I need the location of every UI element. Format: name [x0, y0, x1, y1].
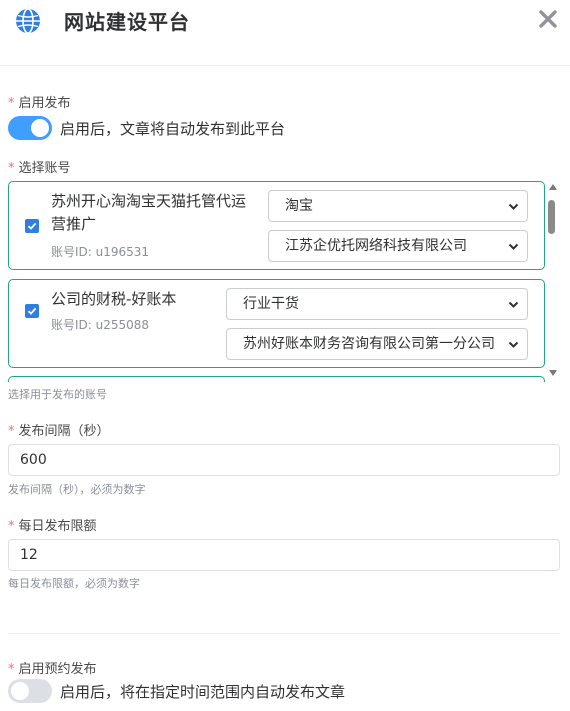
account-card — [8, 376, 545, 382]
scheduled-description: 启用后，将在指定时间范围内自动发布文章 — [60, 683, 346, 701]
category-select[interactable]: 行业干货 — [226, 288, 528, 320]
category-select-value: 行业干货 — [243, 296, 299, 312]
scheduled-label-text: 启用预约发布 — [18, 662, 97, 677]
interval-hint: 发布间隔（秒），必须为数字 — [8, 483, 146, 496]
scheduled-label: * 启用预约发布 — [8, 658, 97, 677]
account-name: 公司的财税-好账本 — [51, 290, 177, 308]
auto-publish-description: 启用后，文章将自动发布到此平台 — [60, 120, 286, 138]
close-icon[interactable] — [535, 6, 561, 32]
scroll-up-icon[interactable] — [549, 184, 557, 190]
required-mark: * — [8, 96, 15, 111]
interval-label: * 发布间隔（秒） — [8, 420, 110, 439]
company-select[interactable]: 苏州好账本财务咨询有限公司第一分公司 — [226, 328, 528, 360]
switch-knob — [31, 119, 49, 137]
daily-limit-input[interactable]: 12 — [8, 539, 560, 571]
chevron-down-icon — [508, 203, 519, 210]
daily-limit-label: * 每日发布限额 — [8, 515, 97, 534]
account-checkbox[interactable] — [25, 219, 39, 233]
switch-knob — [11, 682, 29, 700]
account-list-scrollbar[interactable] — [546, 182, 560, 378]
chevron-down-icon — [508, 301, 519, 308]
section-divider — [8, 633, 560, 634]
accounts-label-text: 选择账号 — [18, 161, 71, 176]
company-select-value: 苏州好账本财务咨询有限公司第一分公司 — [243, 336, 495, 352]
scroll-down-icon[interactable] — [549, 370, 557, 376]
daily-limit-label-text: 每日发布限额 — [18, 519, 97, 534]
required-mark: * — [8, 161, 15, 176]
accounts-label: * 选择账号 — [8, 157, 71, 176]
interval-input[interactable]: 600 — [8, 444, 560, 476]
required-mark: * — [8, 424, 15, 439]
globe-icon — [16, 8, 40, 34]
auto-publish-label-text: 启用发布 — [18, 96, 71, 111]
dialog-header: 网站建设平台 — [0, 0, 570, 66]
account-list[interactable]: 苏州开心淘淘宝天猫托管代运营推广 账号ID: u196531 淘宝 江苏企优托网… — [8, 178, 560, 382]
account-name: 苏州开心淘淘宝天猫托管代运营推广 — [51, 192, 247, 233]
category-select[interactable]: 淘宝 — [268, 190, 528, 222]
account-id: 账号ID: u255088 — [51, 318, 150, 332]
auto-publish-switch[interactable] — [8, 116, 52, 140]
daily-limit-hint: 每日发布限额，必须为数字 — [8, 577, 140, 590]
required-mark: * — [8, 662, 15, 677]
scroll-thumb[interactable] — [548, 200, 555, 234]
account-card: 苏州开心淘淘宝天猫托管代运营推广 账号ID: u196531 淘宝 江苏企优托网… — [8, 181, 545, 270]
interval-label-text: 发布间隔（秒） — [18, 424, 110, 439]
company-select[interactable]: 江苏企优托网络科技有限公司 — [268, 230, 528, 262]
company-select-value: 江苏企优托网络科技有限公司 — [285, 238, 467, 254]
required-mark: * — [8, 519, 15, 534]
account-card: 公司的财税-好账本 账号ID: u255088 行业干货 苏州好账本财务咨询有限… — [8, 279, 545, 368]
scheduled-switch[interactable] — [8, 679, 52, 703]
account-id: 账号ID: u196531 — [51, 245, 150, 259]
account-checkbox[interactable] — [25, 304, 39, 318]
check-icon — [27, 307, 37, 315]
dialog-title: 网站建设平台 — [64, 10, 190, 34]
accounts-hint: 选择用于发布的账号 — [8, 388, 107, 401]
chevron-down-icon — [508, 341, 519, 348]
auto-publish-label: * 启用发布 — [8, 92, 71, 111]
check-icon — [27, 222, 37, 230]
category-select-value: 淘宝 — [285, 198, 313, 214]
chevron-down-icon — [508, 243, 519, 250]
